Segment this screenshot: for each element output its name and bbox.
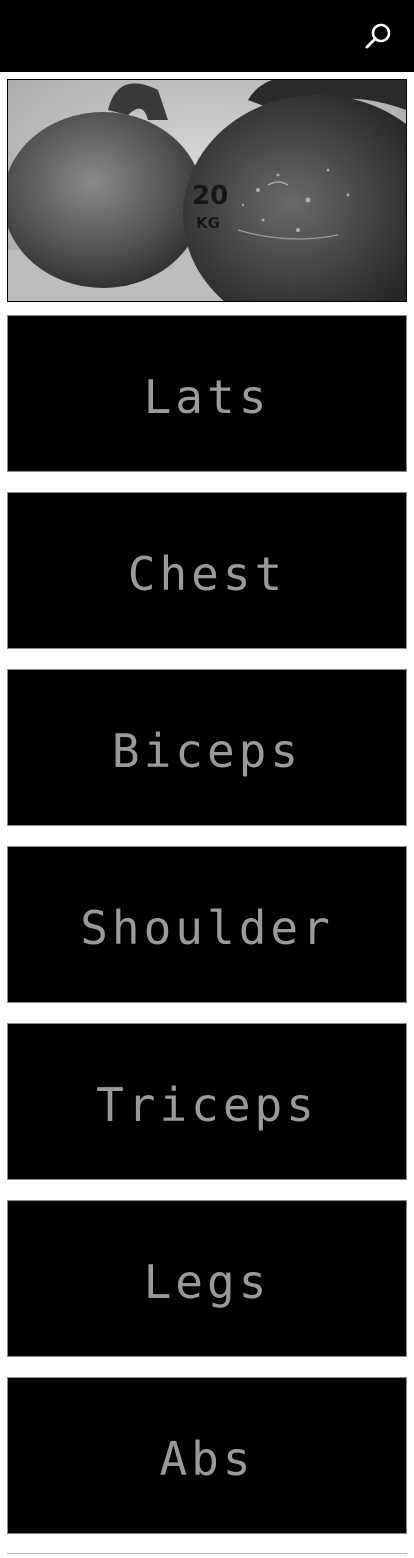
category-label: Chest [127,546,287,601]
category-label: Legs [143,1254,271,1309]
category-tile-chest[interactable]: Chest [7,492,407,649]
category-label: Triceps [96,1077,318,1132]
category-tile-shoulder[interactable]: Shoulder [7,846,407,1003]
top-bar [0,0,414,72]
search-icon [365,23,391,49]
category-tile-lats[interactable]: Lats [7,315,407,472]
category-label: Abs [159,1431,255,1486]
category-list: Lats Chest Biceps Shoulder Triceps Legs … [7,315,407,1554]
hero-image: 20 KG [7,79,407,302]
category-label: Biceps [111,723,303,778]
category-tile-biceps[interactable]: Biceps [7,669,407,826]
svg-text:20: 20 [192,181,228,211]
category-tile-abs[interactable]: Abs [7,1377,407,1534]
category-label: Lats [143,369,271,424]
category-tile-triceps[interactable]: Triceps [7,1023,407,1180]
divider [7,1553,407,1554]
svg-text:KG: KG [196,214,220,232]
category-tile-legs[interactable]: Legs [7,1200,407,1357]
search-button[interactable] [362,20,394,52]
kettlebell-image: 20 KG [8,80,406,301]
category-label: Shoulder [80,900,334,955]
